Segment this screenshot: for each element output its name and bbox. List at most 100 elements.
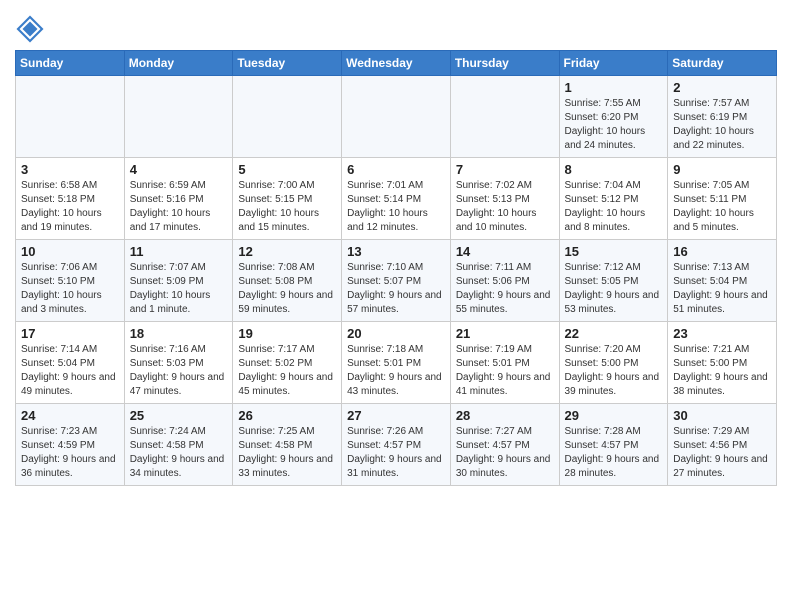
day-number: 14 (456, 244, 554, 259)
day-cell: 24Sunrise: 7:23 AM Sunset: 4:59 PM Dayli… (16, 404, 125, 486)
day-info: Sunrise: 7:14 AM Sunset: 5:04 PM Dayligh… (21, 343, 119, 399)
day-cell: 16Sunrise: 7:13 AM Sunset: 5:04 PM Dayli… (668, 240, 777, 322)
day-info: Sunrise: 6:58 AM Sunset: 5:18 PM Dayligh… (21, 179, 119, 235)
day-number: 6 (347, 162, 445, 177)
day-cell: 7 Sunrise: 7:02 AM Sunset: 5:13 PM Daylig… (450, 158, 559, 240)
day-number: 1 (565, 80, 663, 95)
weekday-header-friday: Friday (559, 51, 668, 76)
day-cell: 25 Sunrise: 7:24 AM Sunset: 4:58 PM Dayli… (124, 404, 233, 486)
day-number: 10 (21, 244, 119, 259)
day-info: Sunrise: 7:00 AM Sunset: 5:15 PM Dayligh… (238, 179, 336, 235)
day-number: 19 (238, 326, 336, 341)
day-number: 21 (456, 326, 554, 341)
week-row-2: 3 Sunrise: 6:58 AM Sunset: 5:18 PM Daylig… (16, 158, 777, 240)
day-number: 9 (673, 162, 771, 177)
day-number: 25 (130, 408, 228, 423)
day-info: Sunrise: 7:25 AM Sunset: 4:58 PM Dayligh… (238, 425, 336, 481)
day-cell: 13 Sunrise: 7:10 AM Sunset: 5:07 PM Dayli… (342, 240, 451, 322)
day-info: Sunrise: 7:23 AM Sunset: 4:59 PM Dayligh… (21, 425, 119, 481)
calendar-table: SundayMondayTuesdayWednesdayThursdayFrid… (15, 50, 777, 486)
day-cell: 30 Sunrise: 7:29 AM Sunset: 4:56 PM Dayli… (668, 404, 777, 486)
day-info: Sunrise: 7:21 AM Sunset: 5:00 PM Dayligh… (673, 343, 771, 399)
logo-icon (15, 14, 45, 44)
day-cell: 11 Sunrise: 7:07 AM Sunset: 5:09 PM Dayli… (124, 240, 233, 322)
weekday-header-wednesday: Wednesday (342, 51, 451, 76)
header (15, 10, 777, 44)
week-row-1: 1 Sunrise: 7:55 AM Sunset: 6:20 PM Daylig… (16, 76, 777, 158)
day-info: Sunrise: 7:13 AM Sunset: 5:04 PM Dayligh… (673, 261, 771, 317)
day-cell: 19 Sunrise: 7:17 AM Sunset: 5:02 PM Dayli… (233, 322, 342, 404)
day-info: Sunrise: 7:04 AM Sunset: 5:12 PM Dayligh… (565, 179, 663, 235)
day-cell: 18 Sunrise: 7:16 AM Sunset: 5:03 PM Dayli… (124, 322, 233, 404)
day-number: 3 (21, 162, 119, 177)
day-info: Sunrise: 7:08 AM Sunset: 5:08 PM Dayligh… (238, 261, 336, 317)
day-cell: 23 Sunrise: 7:21 AM Sunset: 5:00 PM Dayli… (668, 322, 777, 404)
weekday-header-monday: Monday (124, 51, 233, 76)
day-number: 28 (456, 408, 554, 423)
page: SundayMondayTuesdayWednesdayThursdayFrid… (0, 0, 792, 496)
day-number: 15 (565, 244, 663, 259)
day-cell (450, 76, 559, 158)
day-number: 11 (130, 244, 228, 259)
week-row-4: 17 Sunrise: 7:14 AM Sunset: 5:04 PM Dayli… (16, 322, 777, 404)
day-cell: 8 Sunrise: 7:04 AM Sunset: 5:12 PM Daylig… (559, 158, 668, 240)
day-number: 13 (347, 244, 445, 259)
day-cell: 1 Sunrise: 7:55 AM Sunset: 6:20 PM Daylig… (559, 76, 668, 158)
day-cell: 20 Sunrise: 7:18 AM Sunset: 5:01 PM Dayli… (342, 322, 451, 404)
day-info: Sunrise: 7:26 AM Sunset: 4:57 PM Dayligh… (347, 425, 445, 481)
day-cell: 14 Sunrise: 7:11 AM Sunset: 5:06 PM Dayli… (450, 240, 559, 322)
day-number: 8 (565, 162, 663, 177)
day-info: Sunrise: 7:55 AM Sunset: 6:20 PM Dayligh… (565, 97, 663, 153)
day-info: Sunrise: 7:11 AM Sunset: 5:06 PM Dayligh… (456, 261, 554, 317)
day-info: Sunrise: 7:05 AM Sunset: 5:11 PM Dayligh… (673, 179, 771, 235)
day-number: 7 (456, 162, 554, 177)
day-number: 18 (130, 326, 228, 341)
day-cell: 10 Sunrise: 7:06 AM Sunset: 5:10 PM Dayli… (16, 240, 125, 322)
day-number: 2 (673, 80, 771, 95)
weekday-header-tuesday: Tuesday (233, 51, 342, 76)
weekday-header-saturday: Saturday (668, 51, 777, 76)
day-cell (16, 76, 125, 158)
weekday-header-row: SundayMondayTuesdayWednesdayThursdayFrid… (16, 51, 777, 76)
day-cell: 2 Sunrise: 7:57 AM Sunset: 6:19 PM Daylig… (668, 76, 777, 158)
day-cell: 15 Sunrise: 7:12 AM Sunset: 5:05 PM Dayli… (559, 240, 668, 322)
day-number: 30 (673, 408, 771, 423)
day-number: 5 (238, 162, 336, 177)
day-info: Sunrise: 7:12 AM Sunset: 5:05 PM Dayligh… (565, 261, 663, 317)
week-row-5: 24Sunrise: 7:23 AM Sunset: 4:59 PM Dayli… (16, 404, 777, 486)
logo (15, 14, 47, 44)
day-info: Sunrise: 7:02 AM Sunset: 5:13 PM Dayligh… (456, 179, 554, 235)
day-cell: 21Sunrise: 7:19 AM Sunset: 5:01 PM Dayli… (450, 322, 559, 404)
day-number: 29 (565, 408, 663, 423)
day-cell: 29 Sunrise: 7:28 AM Sunset: 4:57 PM Dayli… (559, 404, 668, 486)
day-cell: 3 Sunrise: 6:58 AM Sunset: 5:18 PM Daylig… (16, 158, 125, 240)
day-number: 27 (347, 408, 445, 423)
day-info: Sunrise: 7:10 AM Sunset: 5:07 PM Dayligh… (347, 261, 445, 317)
day-info: Sunrise: 7:28 AM Sunset: 4:57 PM Dayligh… (565, 425, 663, 481)
day-cell: 6 Sunrise: 7:01 AM Sunset: 5:14 PM Daylig… (342, 158, 451, 240)
day-info: Sunrise: 7:06 AM Sunset: 5:10 PM Dayligh… (21, 261, 119, 317)
day-cell: 9 Sunrise: 7:05 AM Sunset: 5:11 PM Daylig… (668, 158, 777, 240)
day-number: 22 (565, 326, 663, 341)
day-cell: 5 Sunrise: 7:00 AM Sunset: 5:15 PM Daylig… (233, 158, 342, 240)
weekday-header-thursday: Thursday (450, 51, 559, 76)
day-cell: 26Sunrise: 7:25 AM Sunset: 4:58 PM Dayli… (233, 404, 342, 486)
day-cell: 22Sunrise: 7:20 AM Sunset: 5:00 PM Dayli… (559, 322, 668, 404)
day-info: Sunrise: 7:07 AM Sunset: 5:09 PM Dayligh… (130, 261, 228, 317)
weekday-header-sunday: Sunday (16, 51, 125, 76)
week-row-3: 10 Sunrise: 7:06 AM Sunset: 5:10 PM Dayli… (16, 240, 777, 322)
day-info: Sunrise: 7:18 AM Sunset: 5:01 PM Dayligh… (347, 343, 445, 399)
day-info: Sunrise: 7:01 AM Sunset: 5:14 PM Dayligh… (347, 179, 445, 235)
day-cell: 28Sunrise: 7:27 AM Sunset: 4:57 PM Dayli… (450, 404, 559, 486)
day-cell: 12Sunrise: 7:08 AM Sunset: 5:08 PM Dayli… (233, 240, 342, 322)
day-number: 17 (21, 326, 119, 341)
day-number: 4 (130, 162, 228, 177)
day-info: Sunrise: 7:16 AM Sunset: 5:03 PM Dayligh… (130, 343, 228, 399)
day-info: Sunrise: 7:57 AM Sunset: 6:19 PM Dayligh… (673, 97, 771, 153)
day-info: Sunrise: 7:29 AM Sunset: 4:56 PM Dayligh… (673, 425, 771, 481)
day-info: Sunrise: 7:24 AM Sunset: 4:58 PM Dayligh… (130, 425, 228, 481)
day-number: 20 (347, 326, 445, 341)
day-info: Sunrise: 7:17 AM Sunset: 5:02 PM Dayligh… (238, 343, 336, 399)
day-number: 23 (673, 326, 771, 341)
day-cell (124, 76, 233, 158)
